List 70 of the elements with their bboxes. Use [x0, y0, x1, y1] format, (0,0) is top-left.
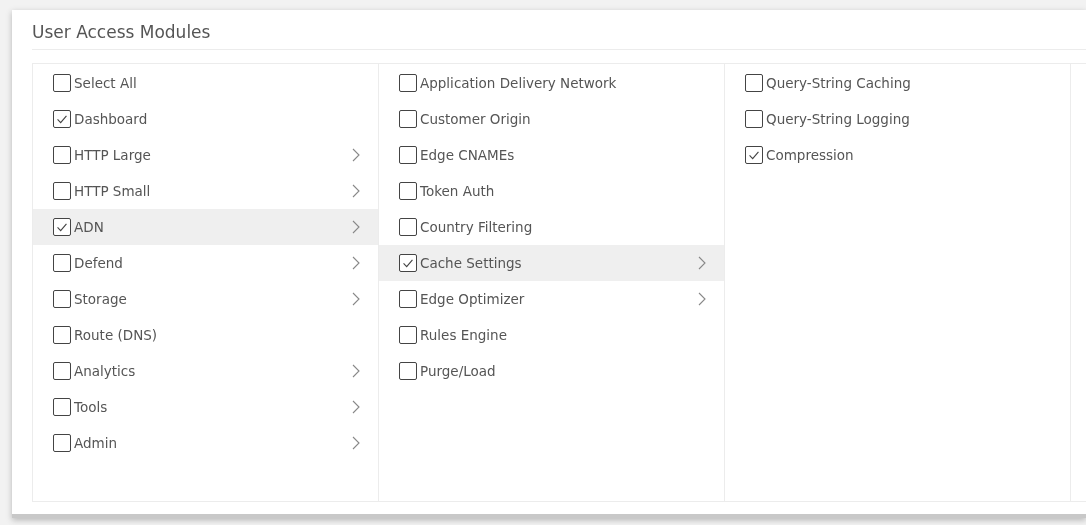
module-item[interactable]: Purge/Load — [379, 353, 724, 389]
checkbox[interactable] — [53, 74, 71, 92]
module-item[interactable]: Select All — [33, 65, 378, 101]
checkbox[interactable] — [53, 290, 71, 308]
module-item[interactable]: Storage — [33, 281, 378, 317]
item-label: Token Auth — [420, 183, 496, 199]
item-label: HTTP Large — [74, 147, 152, 163]
checkbox[interactable] — [53, 182, 71, 200]
module-item[interactable]: Route (DNS) — [33, 317, 378, 353]
checkbox[interactable] — [53, 326, 71, 344]
item-label: Edge Optimizer — [420, 291, 526, 307]
checkbox[interactable] — [53, 218, 71, 236]
checkbox[interactable] — [53, 362, 71, 380]
module-item[interactable]: Defend — [33, 245, 378, 281]
item-label: Compression — [766, 147, 855, 163]
checkbox[interactable] — [399, 254, 417, 272]
module-item[interactable]: ADN — [33, 209, 378, 245]
item-label: Query-String Logging — [766, 111, 911, 127]
checkbox[interactable] — [53, 146, 71, 164]
item-label: Country Filtering — [420, 219, 534, 235]
module-item[interactable]: Dashboard — [33, 101, 378, 137]
item-label: Dashboard — [74, 111, 149, 127]
checkbox[interactable] — [53, 254, 71, 272]
checkbox[interactable] — [53, 110, 71, 128]
item-label: Tools — [74, 399, 109, 415]
item-label: Analytics — [74, 363, 137, 379]
checkbox[interactable] — [399, 182, 417, 200]
module-item[interactable]: Country Filtering — [379, 209, 724, 245]
module-item[interactable]: Compression — [725, 137, 1070, 173]
checkbox[interactable] — [745, 110, 763, 128]
item-label: Admin — [74, 435, 119, 451]
checkbox[interactable] — [745, 146, 763, 164]
item-label: Storage — [74, 291, 128, 307]
item-label: Purge/Load — [420, 363, 497, 379]
module-item[interactable]: HTTP Large — [33, 137, 378, 173]
module-item[interactable]: Query-String Caching — [725, 65, 1070, 101]
module-item[interactable]: Customer Origin — [379, 101, 724, 137]
checkbox[interactable] — [53, 434, 71, 452]
checkbox[interactable] — [399, 326, 417, 344]
item-label: Route (DNS) — [74, 327, 159, 343]
item-label: Select All — [74, 75, 138, 91]
checkbox[interactable] — [745, 74, 763, 92]
item-label: Application Delivery Network — [420, 75, 618, 91]
checkbox[interactable] — [399, 74, 417, 92]
item-label: Defend — [74, 255, 124, 271]
module-item[interactable]: HTTP Small — [33, 173, 378, 209]
panel-title: User Access Modules — [32, 21, 211, 43]
item-label: Customer Origin — [420, 111, 532, 127]
checkbox[interactable] — [399, 362, 417, 380]
item-label: HTTP Small — [74, 183, 152, 199]
module-item[interactable]: Query-String Logging — [725, 101, 1070, 137]
item-label: ADN — [74, 219, 105, 235]
checkbox[interactable] — [399, 146, 417, 164]
checkbox[interactable] — [399, 110, 417, 128]
module-item[interactable]: Token Auth — [379, 173, 724, 209]
item-label: Rules Engine — [420, 327, 508, 343]
module-item[interactable]: Cache Settings — [379, 245, 724, 281]
item-label: Query-String Caching — [766, 75, 912, 91]
module-item[interactable]: Edge CNAMEs — [379, 137, 724, 173]
module-item[interactable]: Application Delivery Network — [379, 65, 724, 101]
module-item[interactable]: Admin — [33, 425, 378, 461]
item-label: Edge CNAMEs — [420, 147, 516, 163]
item-label: Cache Settings — [420, 255, 523, 271]
checkbox[interactable] — [53, 398, 71, 416]
module-item[interactable]: Analytics — [33, 353, 378, 389]
module-item[interactable]: Edge Optimizer — [379, 281, 724, 317]
module-item[interactable]: Tools — [33, 389, 378, 425]
module-item[interactable]: Rules Engine — [379, 317, 724, 353]
checkbox[interactable] — [399, 290, 417, 308]
checkbox[interactable] — [399, 218, 417, 236]
